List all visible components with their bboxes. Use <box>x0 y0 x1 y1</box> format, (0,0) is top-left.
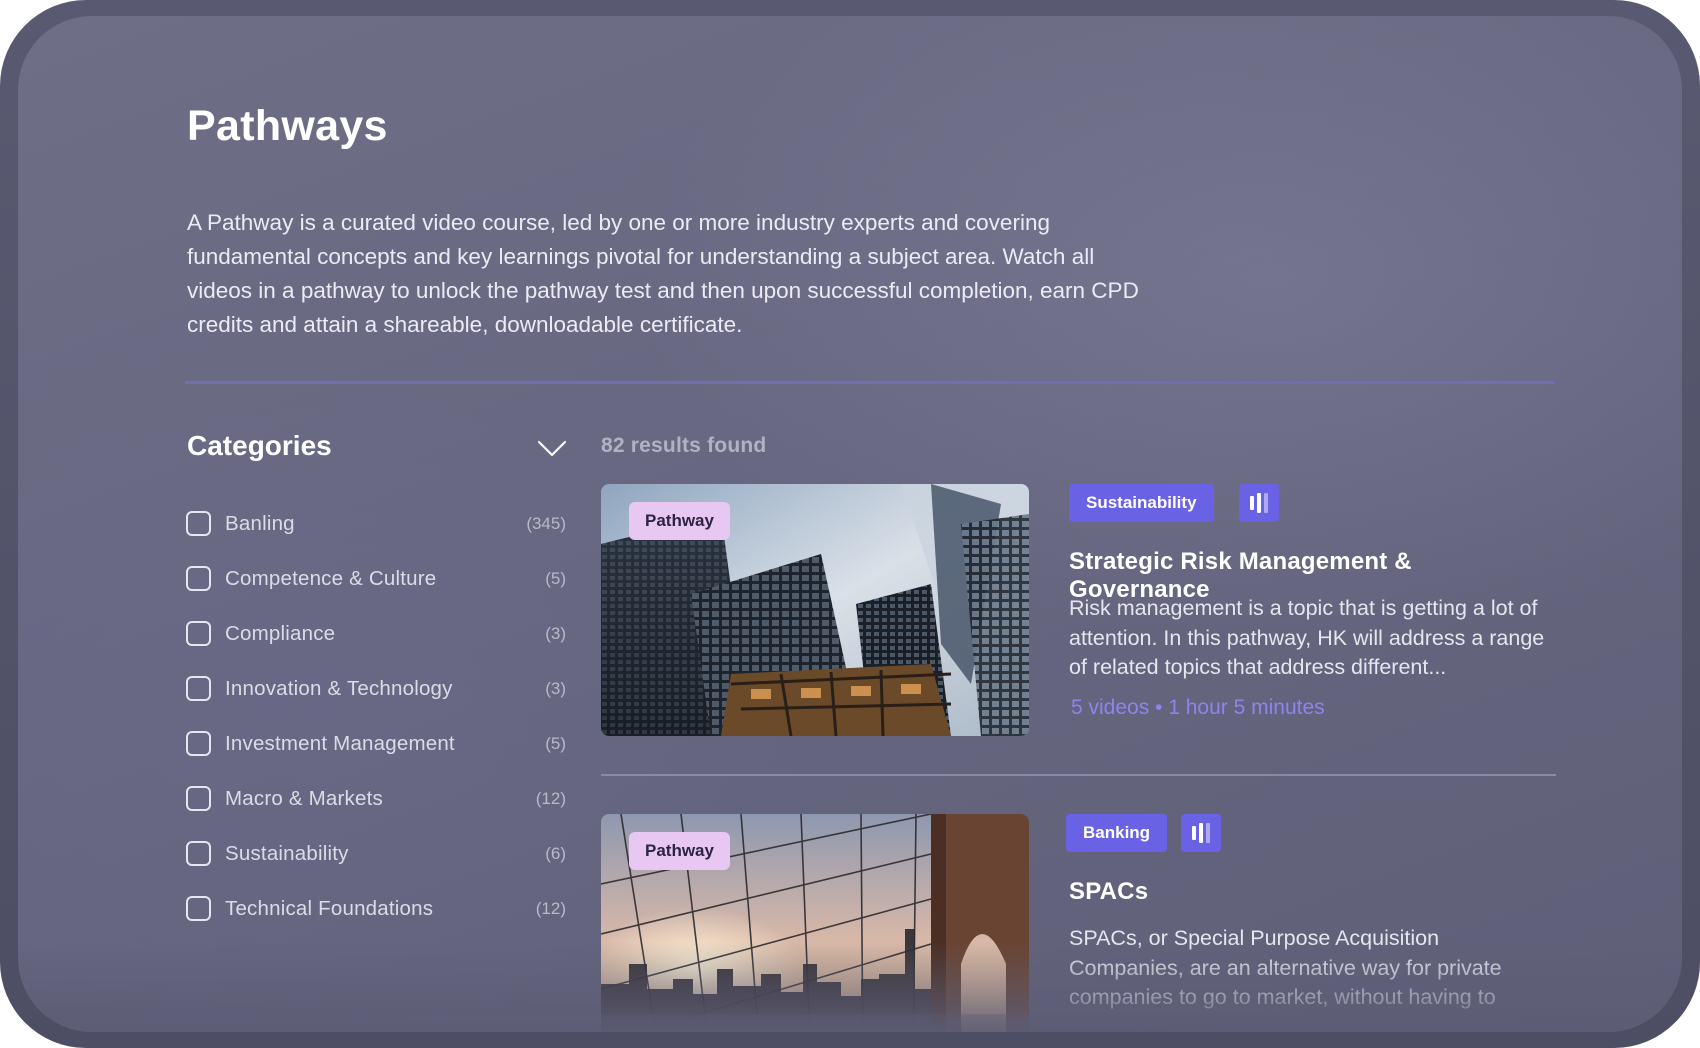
category-label: Sustainability <box>225 841 349 865</box>
category-label: Macro & Markets <box>225 786 383 810</box>
category-item-innovation-technology[interactable]: Innovation & Technology (3) <box>186 661 566 716</box>
category-item-macro-markets[interactable]: Macro & Markets (12) <box>186 771 566 826</box>
category-count: (345) <box>526 513 566 533</box>
pathways-panel: Pathways A Pathway is a curated video co… <box>18 16 1682 1032</box>
page-title: Pathways <box>187 102 388 150</box>
category-item-banling[interactable]: Banling (345) <box>186 496 566 551</box>
pathway-card[interactable]: Pathway Banking SPACs SPACs, or Special … <box>601 814 1556 1032</box>
category-count: (5) <box>545 733 566 753</box>
category-label: Competence & Culture <box>225 566 437 590</box>
level-bars-icon <box>1181 814 1221 852</box>
category-label: Technical Foundations <box>225 896 434 920</box>
pathway-thumbnail-bridge[interactable]: Pathway <box>601 814 1029 1032</box>
device-frame: Pathways A Pathway is a curated video co… <box>0 0 1700 1048</box>
chevron-down-icon[interactable] <box>536 436 568 460</box>
category-checkbox[interactable] <box>186 676 211 701</box>
category-count: (5) <box>545 568 566 588</box>
card-title[interactable]: SPACs <box>1069 878 1148 906</box>
category-label: Banling <box>225 511 295 535</box>
pathway-thumbnail-skyscrapers[interactable]: Pathway <box>601 484 1029 736</box>
category-count: (3) <box>545 678 566 698</box>
category-checkbox[interactable] <box>186 731 211 756</box>
pathway-badge: Pathway <box>629 502 730 540</box>
categories-heading: Categories <box>187 430 332 461</box>
category-checkbox[interactable] <box>186 896 211 921</box>
category-item-competence-culture[interactable]: Competence & Culture (5) <box>186 551 566 606</box>
category-checkbox[interactable] <box>186 841 211 866</box>
pathway-badge: Pathway <box>629 832 730 870</box>
page-intro: A Pathway is a curated video course, led… <box>187 210 1139 337</box>
category-label: Investment Management <box>225 731 455 755</box>
category-item-investment-management[interactable]: Investment Management (5) <box>186 716 566 771</box>
category-tag[interactable]: Sustainability <box>1069 484 1214 522</box>
category-checkbox[interactable] <box>186 566 211 591</box>
category-item-sustainability[interactable]: Sustainability (6) <box>186 826 566 881</box>
card-divider <box>601 774 1556 776</box>
category-item-technical-foundations[interactable]: Technical Foundations (12) <box>186 881 566 936</box>
results-count: 82 results found <box>601 434 767 457</box>
category-checkbox[interactable] <box>186 511 211 536</box>
category-count: (12) <box>535 788 566 808</box>
category-count: (6) <box>545 843 566 863</box>
card-meta: 5 videos • 1 hour 5 minutes <box>1071 696 1325 719</box>
category-checkbox[interactable] <box>186 621 211 646</box>
level-bars-icon <box>1239 484 1279 522</box>
category-checkbox[interactable] <box>186 786 211 811</box>
card-description: Risk management is a topic that is getti… <box>1069 596 1545 679</box>
category-item-compliance[interactable]: Compliance (3) <box>186 606 566 661</box>
card-description: SPACs, or Special Purpose Acquisition Co… <box>1069 926 1502 1009</box>
pathway-card[interactable]: Pathway Sustainability Strategic Risk Ma… <box>601 484 1556 774</box>
category-count: (12) <box>535 898 566 918</box>
category-label: Compliance <box>225 621 336 645</box>
category-count: (3) <box>545 623 566 643</box>
category-tag[interactable]: Banking <box>1066 814 1168 852</box>
category-label: Innovation & Technology <box>225 676 453 700</box>
categories-list: Banling (345) Competence & Culture (5) C… <box>186 496 566 936</box>
header-divider <box>185 381 1555 384</box>
